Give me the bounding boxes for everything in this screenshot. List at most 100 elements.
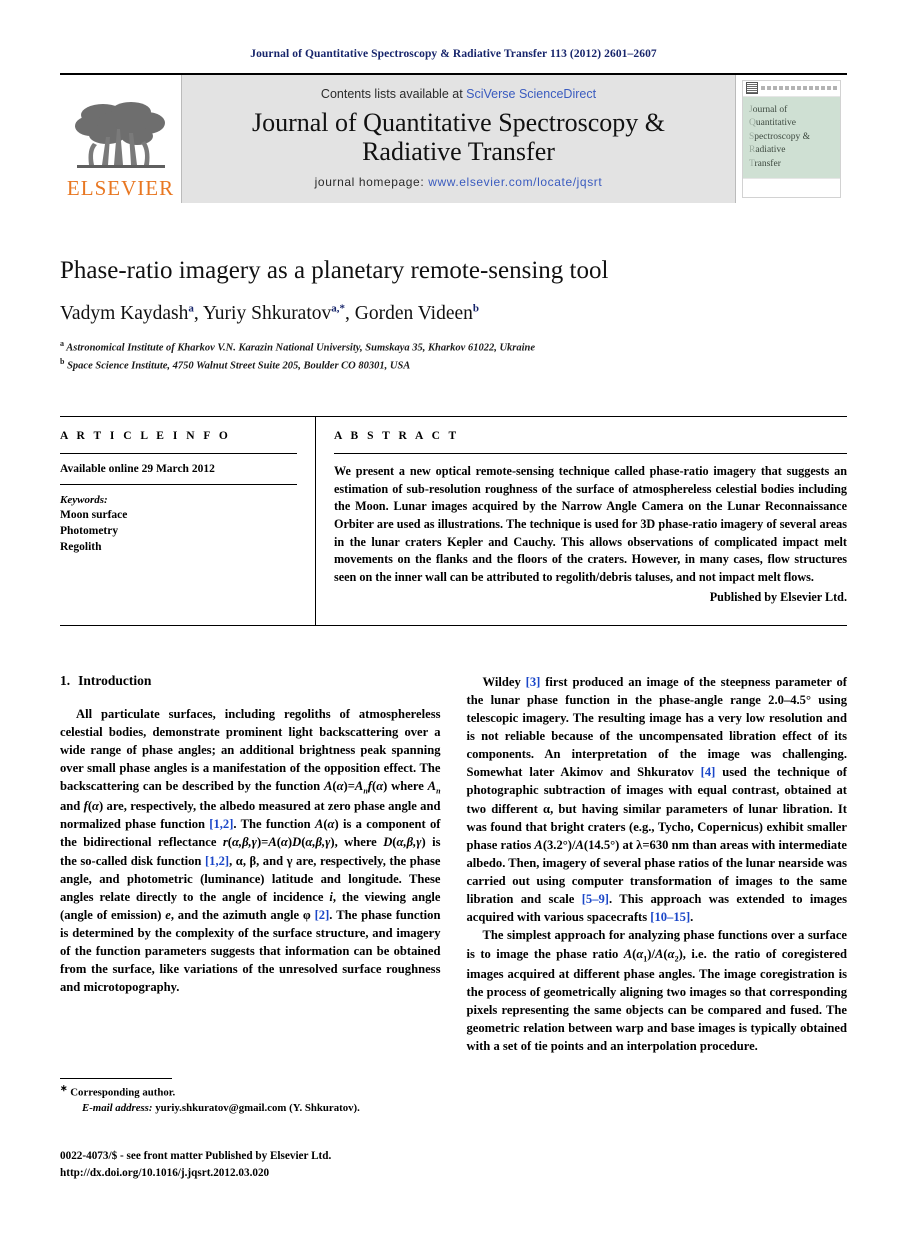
cover-title-line: Journal of — [749, 104, 788, 115]
paragraph-run: , where — [334, 835, 384, 850]
article-info-column: A R T I C L E I N F O Available online 2… — [60, 417, 315, 625]
info-abstract-block: A R T I C L E I N F O Available online 2… — [60, 415, 847, 626]
section-heading-introduction: 1. Introduction — [60, 673, 441, 689]
formula: A — [427, 779, 437, 794]
email-note: E-mail address: yuriy.shkuratov@gmail.co… — [60, 1101, 440, 1116]
journal-title-line-2: Radiative Transfer — [362, 137, 555, 166]
email-label: E-mail address: — [82, 1101, 153, 1114]
paragraph-run: . The function — [233, 817, 315, 832]
keyword-item: Photometry — [60, 525, 119, 538]
corresponding-author-text: Corresponding author. — [70, 1086, 176, 1099]
section-number: 1. — [60, 672, 71, 688]
journal-title-line-1: Journal of Quantitative Spectroscopy & — [251, 107, 666, 137]
cover-title-line: Spectroscopy & — [749, 131, 810, 142]
citation-link[interactable]: [5–9] — [582, 892, 609, 906]
asterisk-icon: ∗ — [60, 1083, 68, 1093]
cover-barcode-icon — [746, 82, 758, 95]
paragraph: The simplest approach for analyzing phas… — [466, 928, 848, 1054]
journal-homepage-link[interactable]: www.elsevier.com/locate/jqsrt — [428, 175, 602, 189]
homepage-prefix: journal homepage: — [314, 175, 429, 190]
affiliation: a Astronomical Institute of Kharkov V.N.… — [60, 338, 847, 356]
section-title: Introduction — [78, 672, 152, 688]
paragraph-run: where — [387, 779, 428, 794]
keywords-label: Keywords: — [60, 493, 108, 506]
divider — [60, 452, 297, 454]
cover-title-line: Transfer — [749, 158, 781, 169]
cover-microtext — [761, 86, 837, 91]
cover-header — [743, 81, 840, 97]
title-block: Phase-ratio imagery as a planetary remot… — [60, 256, 847, 374]
email-link[interactable]: yuriy.shkuratov@gmail.com (Y. Shkuratov)… — [155, 1102, 360, 1114]
contents-list-line: Contents lists available at SciVerse Sci… — [321, 87, 596, 101]
formula: r — [222, 835, 228, 850]
elsevier-wordmark: ELSEVIER — [66, 176, 175, 200]
corresponding-author-note: ∗ Corresponding author. — [60, 1082, 440, 1101]
cover-title-line: Radiative — [749, 145, 786, 156]
footnote-block: ∗ Corresponding author. E-mail address: … — [60, 1078, 440, 1116]
cover-title-band: Journal of Quantitative Spectroscopy & R… — [743, 96, 840, 179]
author-affiliation-mark: a,* — [331, 302, 346, 315]
journal-cover-thumbnail: Journal of Quantitative Spectroscopy & R… — [735, 75, 847, 203]
abstract-column: A B S T R A C T We present a new optical… — [315, 416, 847, 625]
abstract-publisher-note: Published by Elsevier Ltd. — [709, 589, 847, 604]
affiliation: b Space Science Institute, 4750 Walnut S… — [60, 356, 847, 374]
paragraph-run: and — [60, 799, 84, 814]
author-name: Gorden Videen — [354, 303, 473, 324]
paragraph: Wildey [3] first produced an image of th… — [466, 674, 848, 925]
formula: A — [534, 837, 543, 852]
formula: A — [314, 817, 324, 832]
formula: A — [623, 946, 633, 961]
citation-link[interactable]: [1,2] — [205, 854, 229, 868]
cover-footer — [743, 178, 840, 197]
elsevier-logo: ELSEVIER — [60, 75, 182, 203]
elsevier-tree-icon — [74, 102, 165, 168]
abstract-heading: A B S T R A C T — [334, 429, 460, 442]
formula: A — [323, 779, 333, 794]
masthead-center: Contents lists available at SciVerse Sci… — [182, 75, 735, 203]
body-column-left: 1. Introduction All particulate surfaces,… — [60, 673, 441, 1103]
author-separator: , — [345, 303, 355, 324]
affiliation-text: Astronomical Institute of Kharkov V.N. K… — [66, 342, 536, 354]
author-name: Vadym Kaydash — [60, 303, 189, 324]
citation-link[interactable]: [10–15] — [650, 910, 690, 924]
article-history: Available online 29 March 2012 — [60, 462, 215, 475]
formula: D — [383, 835, 393, 850]
journal-title: Journal of Quantitative Spectroscopy & R… — [252, 108, 665, 166]
citation-link[interactable]: [2] — [315, 908, 330, 922]
paragraph-run: , and the azimuth angle φ — [170, 907, 315, 922]
citation-link[interactable]: [3] — [526, 675, 541, 689]
paragraph-run: . — [690, 910, 694, 925]
running-head: Journal of Quantitative Spectroscopy & R… — [250, 48, 657, 60]
cover-title-line: Quantitative — [749, 118, 796, 129]
keyword-item: Moon surface — [60, 508, 128, 521]
paragraph-run: , i.e. the ratio of coregistered images … — [466, 946, 848, 1054]
citation-link[interactable]: [1,2] — [209, 817, 233, 831]
article-first-page: Journal of Quantitative Spectroscopy & R… — [0, 0, 907, 1238]
divider — [60, 483, 297, 485]
paragraph-run: Wildey — [482, 674, 526, 689]
journal-homepage-line: journal homepage: www.elsevier.com/locat… — [315, 175, 603, 189]
sciencedirect-link[interactable]: SciVerse ScienceDirect — [466, 87, 596, 101]
contents-prefix: Contents lists available at — [320, 86, 467, 101]
author-list: Vadym Kaydasha, Yuriy Shkuratova,*, Gord… — [60, 302, 847, 326]
divider — [334, 452, 847, 454]
affiliation-mark: a — [60, 339, 64, 349]
affiliation-mark: b — [60, 357, 65, 367]
imprint-block: 0022-4073/$ - see front matter Published… — [60, 1148, 480, 1182]
author-affiliation-mark: b — [472, 302, 480, 315]
page-title: Phase-ratio imagery as a planetary remot… — [60, 257, 609, 284]
abstract-text: We present a new optical remote-sensing … — [334, 463, 847, 584]
doi-link: http://dx.doi.org/10.1016/j.jqsrt.2012.0… — [60, 1166, 270, 1179]
body-column-right: Wildey [3] first produced an image of th… — [467, 673, 848, 1103]
author-separator: , — [193, 303, 203, 324]
affiliation-text: Space Science Institute, 4750 Walnut Str… — [67, 360, 411, 372]
formula: f — [83, 799, 88, 814]
issn-front-matter: 0022-4073/$ - see front matter Published… — [60, 1150, 332, 1162]
citation-link[interactable]: [4] — [701, 765, 716, 779]
footnote-divider — [60, 1078, 172, 1079]
journal-masthead: ELSEVIER Contents lists available at Sci… — [60, 73, 847, 203]
author-name: Yuriy Shkuratov — [202, 303, 332, 324]
body-columns: 1. Introduction All particulate surfaces,… — [60, 673, 847, 1103]
paragraph: All particulate surfaces, including rego… — [60, 706, 441, 995]
article-info-heading: A R T I C L E I N F O — [60, 429, 231, 442]
